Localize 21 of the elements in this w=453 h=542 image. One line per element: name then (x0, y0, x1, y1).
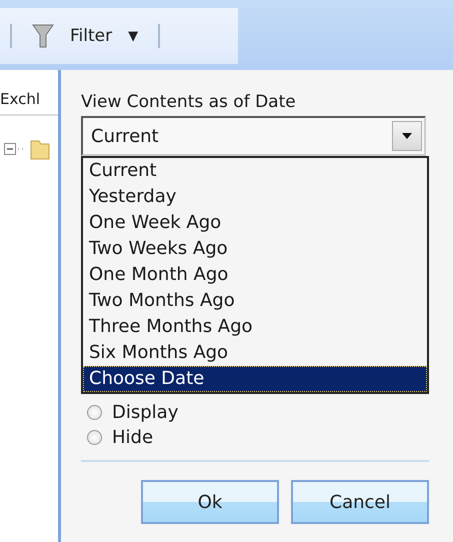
folder-icon (30, 138, 50, 160)
radio-button[interactable] (87, 405, 102, 420)
radio-label: Hide (112, 427, 154, 448)
collapse-icon (4, 143, 26, 155)
funnel-icon (32, 23, 54, 49)
dropdown-arrow-icon (402, 133, 412, 139)
dropdown-option[interactable]: One Month Ago (83, 262, 427, 288)
dropdown-option[interactable]: Choose Date (83, 366, 427, 392)
dropdown-option[interactable]: Two Months Ago (83, 288, 427, 314)
field-label: View Contents as of Date (81, 92, 297, 112)
dialog-button[interactable]: Cancel (291, 480, 429, 524)
radio-button[interactable] (87, 430, 102, 445)
radio-label: Display (112, 402, 178, 423)
date-dropdown[interactable]: Current (81, 116, 426, 156)
dialog-button[interactable]: Ok (141, 480, 279, 524)
dropdown-option[interactable]: Three Months Ago (83, 314, 427, 340)
dropdown-option[interactable]: Current (83, 158, 427, 184)
dropdown-option[interactable]: One Week Ago (83, 210, 427, 236)
dropdown-option[interactable]: Yesterday (83, 184, 427, 210)
dropdown-option[interactable]: Six Months Ago (83, 340, 427, 366)
dropdown-option[interactable]: Two Weeks Ago (83, 236, 427, 262)
